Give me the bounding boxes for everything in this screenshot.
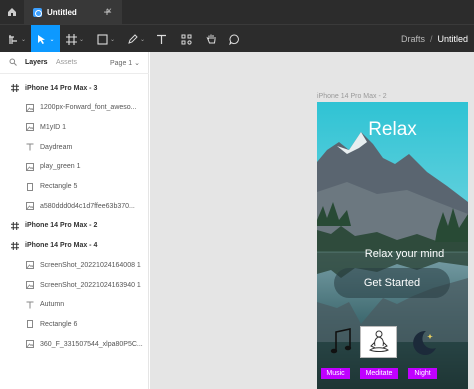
tab-assets[interactable]: Assets — [56, 59, 77, 66]
layer-frame[interactable]: iPhone 14 Pro Max - 4 — [0, 237, 149, 255]
layer-label: 1200px-Forward_font_aweso... — [40, 104, 137, 112]
layer-item[interactable]: ScreenShot_20221024163940 1 — [0, 276, 149, 294]
meditate-chip[interactable]: Meditate — [360, 368, 398, 379]
layer-label: Autumn — [40, 301, 65, 309]
layer-label: play_green 1 — [40, 163, 81, 171]
comment-tool-button[interactable] — [225, 25, 243, 53]
layer-label: Rectangle 5 — [40, 183, 78, 190]
canvas[interactable]: iPhone 14 Pro Max - 2 Relax Relax your m… — [150, 52, 474, 389]
breadcrumb: Drafts / Untitled — [401, 25, 468, 53]
breadcrumb-drafts[interactable]: Drafts — [401, 34, 425, 44]
components-icon — [181, 34, 192, 45]
frame-tool-button[interactable]: ⌄ — [62, 25, 88, 53]
text-icon — [26, 143, 34, 151]
layer-label: Daydream — [40, 143, 73, 151]
layer-label: ScreenShot_20221024163940 1 — [40, 281, 141, 289]
layer-label: ScreenShot_20221024164008 1 — [40, 261, 141, 269]
home-button[interactable] — [0, 0, 24, 24]
move-tool-button[interactable]: ⌄ — [31, 25, 60, 53]
rectangle-icon — [97, 33, 108, 45]
layer-label: a580ddd0d4c1d7ffee63b370... — [40, 202, 135, 210]
meditate-icon — [368, 330, 389, 352]
search-icon[interactable] — [9, 58, 17, 66]
layer-item[interactable]: Rectangle 5 — [0, 178, 149, 196]
layer-item[interactable]: ScreenShot_20221024164008 1 — [0, 256, 149, 274]
layer-label: iPhone 14 Pro Max - 4 — [25, 242, 98, 250]
frame-label[interactable]: iPhone 14 Pro Max - 2 — [317, 93, 387, 100]
chevron-down-icon: ⌄ — [78, 36, 85, 43]
home-icon — [8, 8, 16, 16]
chevron-down-icon: ⌄ — [20, 36, 27, 43]
chevron-down-icon: ⌄ — [139, 36, 146, 43]
layer-item[interactable]: Daydream — [0, 138, 149, 156]
layer-label: M1yID 1 — [40, 123, 67, 131]
breadcrumb-separator: / — [429, 34, 433, 44]
breadcrumb-file-name[interactable]: Untitled — [437, 34, 468, 44]
shape-tool-button[interactable]: ⌄ — [93, 25, 119, 53]
page-selector[interactable]: Page 1 ⌄ — [110, 59, 140, 67]
night-chip[interactable]: Night — [408, 368, 437, 379]
rectangle-icon — [26, 320, 34, 329]
layer-label: iPhone 14 Pro Max - 3 — [25, 84, 98, 92]
image-icon — [26, 162, 34, 171]
frame-icon — [11, 241, 19, 250]
resources-tool-button[interactable] — [177, 25, 195, 53]
frame-icon — [11, 221, 19, 230]
layer-item[interactable]: 1200px-Forward_font_aweso... — [0, 99, 149, 117]
iphone-frame[interactable]: Relax Relax your mind Get Started Music … — [317, 102, 468, 389]
layer-item[interactable]: M1yID 1 — [0, 118, 149, 136]
frame-grid-icon — [8, 34, 17, 44]
layer-label: 360_F_331507544_xlpa80P5C... — [40, 340, 143, 348]
rectangle-icon — [26, 182, 34, 191]
title-bar: Untitled × + — [0, 0, 474, 24]
music-chip[interactable]: Music — [321, 368, 350, 379]
image-icon — [26, 261, 34, 270]
image-icon — [26, 123, 34, 132]
tab-layers[interactable]: Layers — [25, 59, 48, 66]
chevron-down-icon: ⌄ — [109, 36, 116, 43]
layers-panel: Layers Assets Page 1 ⌄ iPhone 14 Pro Max… — [0, 52, 149, 389]
add-tab-button[interactable]: + — [100, 4, 114, 20]
image-icon — [26, 340, 34, 349]
main-menu-button[interactable]: ⌄ — [4, 25, 30, 53]
cursor-move-icon — [38, 34, 46, 44]
layer-item[interactable]: play_green 1 — [0, 158, 149, 176]
figma-file-icon — [33, 7, 42, 17]
moon-icon[interactable] — [408, 328, 438, 358]
text-icon — [26, 301, 34, 309]
hand-icon — [205, 34, 215, 44]
layer-item[interactable]: Autumn — [0, 296, 149, 314]
layer-item[interactable]: Rectangle 6 — [0, 315, 149, 333]
layer-label: Rectangle 6 — [40, 320, 78, 328]
frame-hash-icon — [65, 33, 77, 45]
relax-title: Relax — [368, 119, 417, 140]
hand-tool-button[interactable] — [202, 25, 220, 53]
toolbar: ⌄ ⌄ ⌄ ⌄ ⌄ Drafts / Untitled — [0, 24, 474, 53]
pen-tool-button[interactable]: ⌄ — [123, 25, 149, 53]
panel-header: Layers Assets Page 1 ⌄ — [0, 52, 149, 74]
image-icon — [26, 281, 34, 289]
meditate-icon-tile[interactable] — [360, 326, 397, 358]
layer-item[interactable]: a580ddd0d4c1d7ffee63b370... — [0, 197, 149, 215]
layer-frame[interactable]: iPhone 14 Pro Max - 2 — [0, 217, 149, 235]
image-icon — [26, 202, 34, 211]
comment-icon — [228, 34, 239, 45]
text-tool-button[interactable] — [152, 25, 170, 53]
text-icon — [156, 34, 166, 44]
get-started-button[interactable]: Get Started — [334, 268, 450, 298]
image-icon — [26, 103, 34, 112]
layer-label: iPhone 14 Pro Max - 2 — [25, 222, 98, 230]
relax-subtitle: Relax your mind — [364, 248, 445, 260]
layer-frame[interactable]: iPhone 14 Pro Max - 3 — [0, 79, 149, 97]
frame-icon — [11, 84, 19, 92]
pen-icon — [128, 33, 138, 44]
chevron-down-icon: ⌄ — [49, 36, 55, 43]
tab-title: Untitled — [47, 7, 77, 17]
layer-item[interactable]: 360_F_331507544_xlpa80P5C... — [0, 335, 149, 353]
music-note-icon[interactable] — [330, 327, 352, 357]
